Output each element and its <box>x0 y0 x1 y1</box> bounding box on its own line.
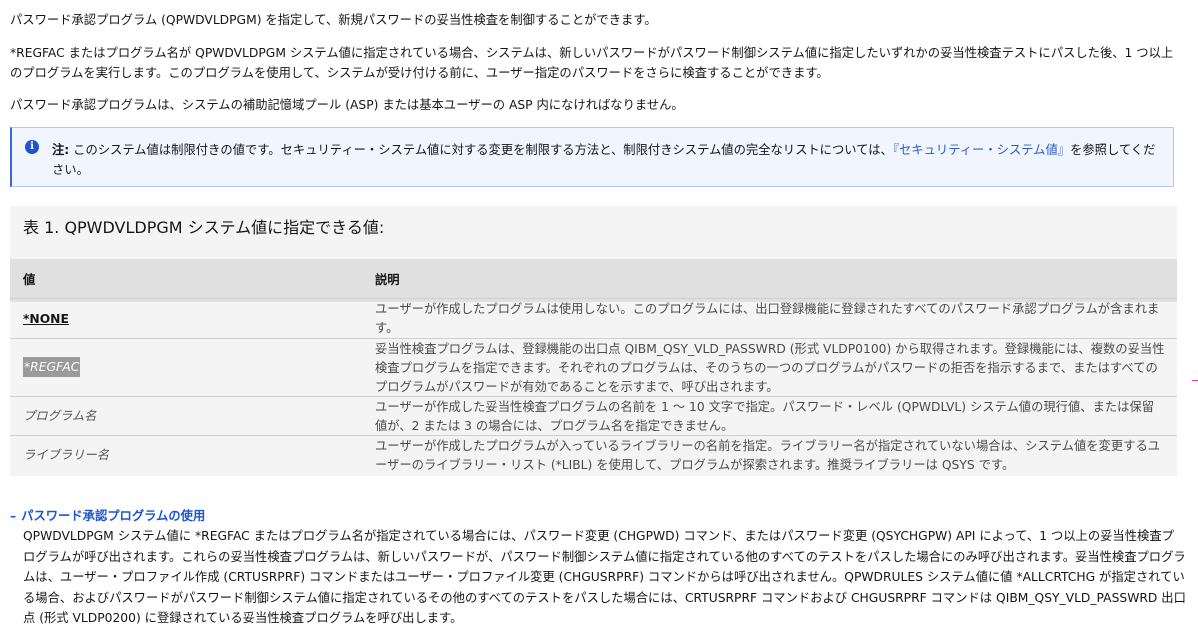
collapsible-section-header[interactable]: – パスワード承認プログラムの使用 <box>10 506 205 526</box>
value-library-name: ライブラリー名 <box>23 448 110 462</box>
header-description: 説明 <box>375 273 400 287</box>
edge-marker <box>1192 380 1198 381</box>
value-program-name: プログラム名 <box>23 409 97 423</box>
note-label: 注: <box>52 143 70 157</box>
table-row: プログラム名 ユーザーが作成した妥当性検査プログラムの名前を 1 〜 10 文字… <box>10 396 1177 435</box>
collapse-toggle-icon[interactable]: – <box>10 509 16 523</box>
values-table: 表 1. QPWDVLDPGM システム値に指定できる値: 値 説明 *NONE… <box>10 206 1177 476</box>
table-row: *NONE ユーザーが作成したプログラムは使用しない。このプログラムには、出口登… <box>10 298 1177 338</box>
intro-paragraph-1: パスワード承認プログラム (QPWDVLDPGM) を指定して、新規パスワードの… <box>10 13 657 27</box>
table-row: *REGFAC 妥当性検査プログラムは、登録機能の出口点 QIBM_QSY_VL… <box>10 338 1177 396</box>
info-icon: i <box>25 140 39 154</box>
section-body: QPWDVLDPGM システム値に *REGFAC またはプログラム名が指定され… <box>23 529 1186 625</box>
table-row: ライブラリー名 ユーザーが作成したプログラムが入っているライブラリーの名前を指定… <box>10 435 1177 476</box>
row-description: 妥当性検査プログラムは、登録機能の出口点 QIBM_QSY_VLD_PASSWR… <box>375 342 1165 394</box>
intro-paragraph-3: パスワード承認プログラムは、システムの補助記憶域プール (ASP) または基本ユ… <box>10 98 684 112</box>
row-description: ユーザーが作成したプログラムが入っているライブラリーの名前を指定。ライブラリー名… <box>375 439 1161 472</box>
header-value: 値 <box>23 273 36 287</box>
table-header-row: 値 説明 <box>10 259 1177 302</box>
table-caption: 表 1. QPWDVLDPGM システム値に指定できる値: <box>23 218 385 237</box>
intro-paragraph-2: *REGFAC またはプログラム名が QPWDVLDPGM システム値に指定され… <box>10 46 1174 80</box>
value-regfac: *REGFAC <box>23 357 81 377</box>
row-description: ユーザーが作成した妥当性検査プログラムの名前を 1 〜 10 文字で指定。パスワ… <box>375 400 1155 433</box>
value-none: *NONE <box>23 312 69 326</box>
note-body-before: このシステム値は制限付きの値です。セキュリティー・システム値に対する変更を制限す… <box>73 143 893 157</box>
security-system-values-link[interactable]: 『セキュリティー・システム値』 <box>893 143 1070 157</box>
row-description: ユーザーが作成したプログラムは使用しない。このプログラムには、出口登録機能に登録… <box>375 302 1160 335</box>
restriction-note: i 注: このシステム値は制限付きの値です。セキュリティー・システム値に対する変… <box>10 127 1174 187</box>
section-title[interactable]: パスワード承認プログラムの使用 <box>21 509 205 523</box>
note-text: 注: このシステム値は制限付きの値です。セキュリティー・システム値に対する変更を… <box>52 140 1164 180</box>
